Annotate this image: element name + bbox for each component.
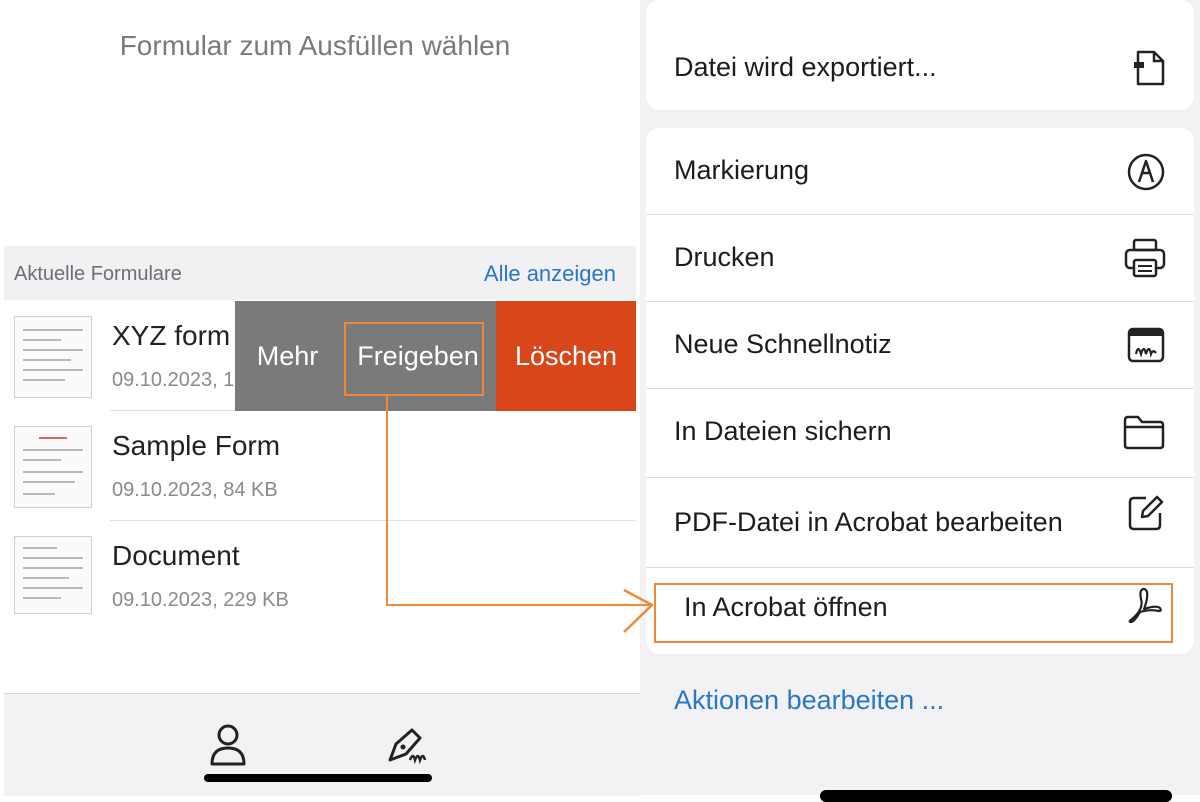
home-indicator [204,774,432,782]
edit-square-icon [1126,493,1166,538]
printer-icon [1124,238,1166,283]
delete-action-button[interactable]: Löschen [496,301,636,411]
export-row[interactable]: Datei wird exportiert... [646,0,1194,110]
more-action-label: Mehr [256,341,319,371]
quick-note-icon [1126,325,1166,370]
signature-pen-icon[interactable] [386,726,432,771]
action-label: PDF-Datei in Acrobat bearbeiten [674,507,1063,537]
document-meta: 09.10.2023, 84 KB [112,479,278,501]
action-row-print[interactable]: Drucken [646,214,1194,302]
form-picker-screen: Formular zum Ausfüllen wählen Aktuelle F… [0,0,640,796]
open-in-acrobat-highlight-box [654,583,1173,643]
document-name[interactable]: XYZ form [112,320,230,352]
edit-actions-link[interactable]: Aktionen bearbeiten ... [674,685,944,716]
more-action-button[interactable]: Mehr [235,301,340,411]
delete-action-label: Löschen [514,341,618,371]
document-meta: 09.10.2023, 229 KB [112,589,289,611]
action-label: In Dateien sichern [674,416,892,446]
action-row-markup[interactable]: Markierung [646,128,1194,215]
document-name[interactable]: Sample Form [112,430,280,462]
action-label: Markierung [674,155,810,185]
page-title: Formular zum Ausfüllen wählen [119,30,511,61]
document-thumbnail[interactable] [14,426,92,508]
export-label: Datei wird exportiert... [674,52,937,82]
recent-forms-label: Aktuelle Formulare [14,263,182,285]
action-row-quick-note[interactable]: Neue Schnellnotiz [646,301,1194,389]
markup-pen-icon [1126,152,1166,197]
person-icon[interactable] [208,722,248,773]
export-card: Datei wird exportiert... [646,0,1194,110]
document-name[interactable]: Document [112,540,240,572]
document-thumbnail[interactable] [14,536,92,614]
share-highlight-box [344,322,484,396]
share-sheet: Datei wird exportiert... Markierung Druc… [640,0,1200,795]
action-row-edit-in-acrobat[interactable]: PDF-Datei in Acrobat bearbeiten [646,477,1194,568]
action-label: Neue Schnellnotiz [674,329,892,359]
document-meta: 09.10.2023, 1 [112,369,235,391]
home-indicator [820,790,1172,802]
folder-icon [1122,414,1166,455]
document-thumbnail[interactable] [14,316,92,398]
list-divider [110,520,636,521]
actions-card: Markierung Drucken Neue Schnellnotiz In … [646,128,1194,654]
action-row-save-files[interactable]: In Dateien sichern [646,388,1194,478]
action-label: Drucken [674,242,775,272]
document-export-icon [1132,50,1166,91]
view-all-link[interactable]: Alle anzeigen [484,261,616,287]
